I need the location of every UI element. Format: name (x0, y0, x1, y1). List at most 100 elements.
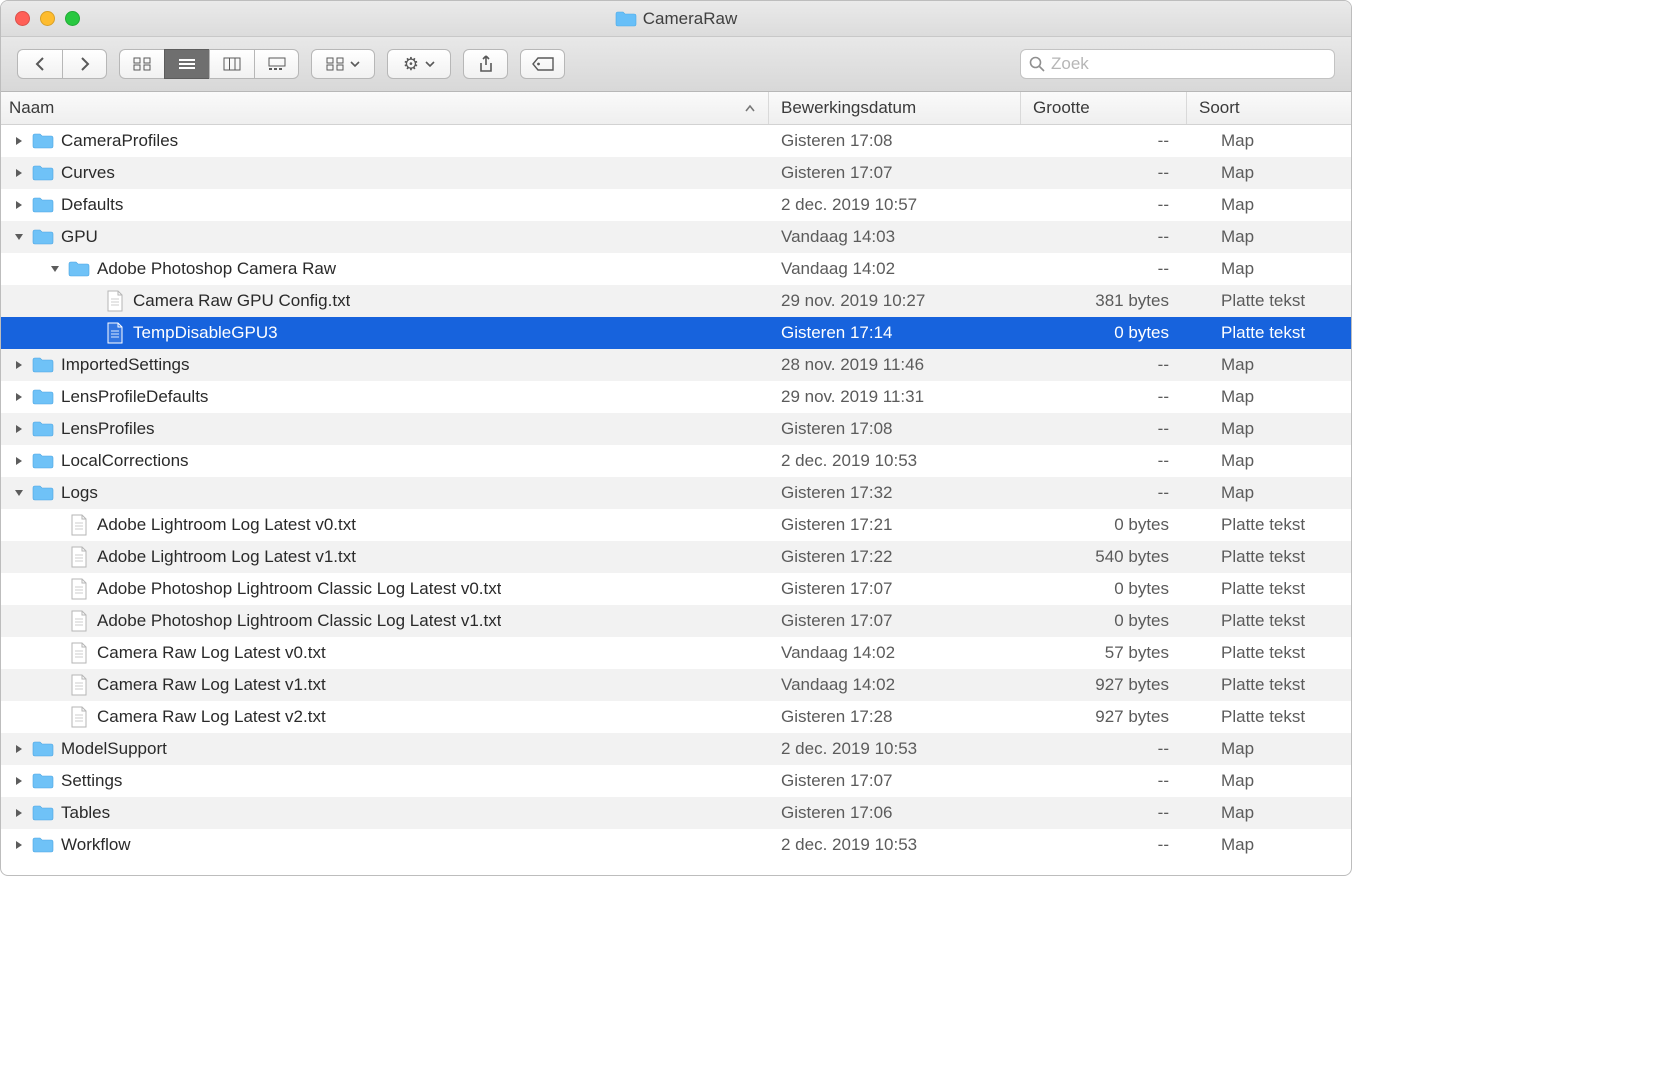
disclosure-triangle-icon[interactable] (11, 805, 27, 821)
search-input[interactable] (1051, 54, 1326, 74)
back-button[interactable] (17, 49, 62, 79)
table-row[interactable]: Adobe Photoshop Camera RawVandaag 14:02-… (1, 253, 1351, 285)
cell-name: Curves (1, 157, 769, 189)
table-row[interactable]: SettingsGisteren 17:07--Map (1, 765, 1351, 797)
table-row[interactable]: Camera Raw Log Latest v1.txtVandaag 14:0… (1, 669, 1351, 701)
table-row[interactable]: Adobe Photoshop Lightroom Classic Log La… (1, 605, 1351, 637)
minimize-button[interactable] (40, 11, 55, 26)
cell-name: Camera Raw Log Latest v0.txt (1, 637, 769, 669)
disclosure-triangle-icon[interactable] (11, 453, 27, 469)
column-view-button[interactable] (209, 49, 254, 79)
list-view-button[interactable] (164, 49, 209, 79)
disclosure-triangle-icon (47, 677, 63, 693)
icon-view-button[interactable] (119, 49, 164, 79)
table-row[interactable]: Camera Raw Log Latest v2.txtGisteren 17:… (1, 701, 1351, 733)
cell-name: GPU (1, 221, 769, 253)
column-header-name[interactable]: Naam (1, 92, 769, 124)
file-name: Tables (61, 803, 110, 823)
tags-button[interactable] (520, 49, 565, 79)
column-header-kind[interactable]: Soort (1187, 92, 1351, 124)
disclosure-triangle-icon[interactable] (11, 389, 27, 405)
arrange-button[interactable] (311, 49, 375, 79)
cell-name: Workflow (1, 829, 769, 861)
table-row[interactable]: Adobe Lightroom Log Latest v1.txtGistere… (1, 541, 1351, 573)
table-row[interactable]: TempDisableGPU3Gisteren 17:140 bytesPlat… (1, 317, 1351, 349)
folder-icon (31, 802, 55, 824)
cell-size: -- (1021, 253, 1187, 285)
cell-name: Tables (1, 797, 769, 829)
cell-size: 0 bytes (1021, 317, 1187, 349)
maximize-button[interactable] (65, 11, 80, 26)
toolbar: ⚙ (1, 37, 1351, 92)
file-name: Adobe Photoshop Lightroom Classic Log La… (97, 579, 501, 599)
cell-kind: Map (1187, 477, 1351, 509)
disclosure-triangle-icon[interactable] (11, 837, 27, 853)
disclosure-triangle-icon[interactable] (11, 773, 27, 789)
disclosure-triangle-icon[interactable] (11, 133, 27, 149)
table-row[interactable]: Workflow2 dec. 2019 10:53--Map (1, 829, 1351, 861)
file-name: CameraProfiles (61, 131, 178, 151)
cell-name: ModelSupport (1, 733, 769, 765)
folder-icon (31, 834, 55, 856)
cell-size: 0 bytes (1021, 573, 1187, 605)
file-name: LensProfileDefaults (61, 387, 208, 407)
disclosure-triangle-icon (47, 613, 63, 629)
window-controls (15, 11, 80, 26)
column-header-size[interactable]: Grootte (1021, 92, 1187, 124)
disclosure-triangle-icon[interactable] (11, 165, 27, 181)
share-button[interactable] (463, 49, 508, 79)
table-row[interactable]: GPUVandaag 14:03--Map (1, 221, 1351, 253)
table-row[interactable]: ModelSupport2 dec. 2019 10:53--Map (1, 733, 1351, 765)
cell-size: -- (1021, 157, 1187, 189)
disclosure-triangle-icon (47, 645, 63, 661)
table-row[interactable]: Adobe Photoshop Lightroom Classic Log La… (1, 573, 1351, 605)
cell-name: Adobe Photoshop Lightroom Classic Log La… (1, 605, 769, 637)
view-buttons (119, 49, 299, 79)
table-row[interactable]: LocalCorrections2 dec. 2019 10:53--Map (1, 445, 1351, 477)
cell-date: Gisteren 17:06 (769, 797, 1021, 829)
column-header-date[interactable]: Bewerkingsdatum (769, 92, 1021, 124)
table-row[interactable]: TablesGisteren 17:06--Map (1, 797, 1351, 829)
table-row[interactable]: ImportedSettings28 nov. 2019 11:46--Map (1, 349, 1351, 381)
cell-name: CameraProfiles (1, 125, 769, 157)
cell-date: Gisteren 17:14 (769, 317, 1021, 349)
disclosure-triangle-icon[interactable] (11, 421, 27, 437)
cell-name: LensProfileDefaults (1, 381, 769, 413)
table-row[interactable]: LensProfileDefaults29 nov. 2019 11:31--M… (1, 381, 1351, 413)
cell-date: 2 dec. 2019 10:57 (769, 189, 1021, 221)
disclosure-triangle-icon[interactable] (11, 197, 27, 213)
table-row[interactable]: Camera Raw GPU Config.txt29 nov. 2019 10… (1, 285, 1351, 317)
table-row[interactable]: LensProfilesGisteren 17:08--Map (1, 413, 1351, 445)
table-row[interactable]: CurvesGisteren 17:07--Map (1, 157, 1351, 189)
cell-kind: Platte tekst (1187, 701, 1351, 733)
cell-date: Vandaag 14:03 (769, 221, 1021, 253)
cell-size: 540 bytes (1021, 541, 1187, 573)
table-row[interactable]: Camera Raw Log Latest v0.txtVandaag 14:0… (1, 637, 1351, 669)
action-button[interactable]: ⚙ (387, 49, 451, 79)
cell-date: Vandaag 14:02 (769, 669, 1021, 701)
table-row[interactable]: LogsGisteren 17:32--Map (1, 477, 1351, 509)
table-row[interactable]: Defaults2 dec. 2019 10:57--Map (1, 189, 1351, 221)
file-icon (67, 610, 91, 632)
gallery-view-button[interactable] (254, 49, 299, 79)
cell-name: Camera Raw Log Latest v1.txt (1, 669, 769, 701)
disclosure-triangle-icon[interactable] (11, 229, 27, 245)
search-field[interactable] (1020, 49, 1335, 79)
disclosure-triangle-icon[interactable] (11, 357, 27, 373)
close-button[interactable] (15, 11, 30, 26)
forward-button[interactable] (62, 49, 107, 79)
disclosure-triangle-icon[interactable] (11, 741, 27, 757)
table-row[interactable]: CameraProfilesGisteren 17:08--Map (1, 125, 1351, 157)
cell-date: 2 dec. 2019 10:53 (769, 445, 1021, 477)
cell-size: 927 bytes (1021, 701, 1187, 733)
table-row[interactable]: Adobe Lightroom Log Latest v0.txtGistere… (1, 509, 1351, 541)
file-icon (67, 546, 91, 568)
disclosure-triangle-icon (83, 293, 99, 309)
folder-icon (31, 450, 55, 472)
file-icon (103, 322, 127, 344)
disclosure-triangle-icon[interactable] (47, 261, 63, 277)
finder-window: CameraRaw (0, 0, 1352, 876)
file-icon (103, 290, 127, 312)
cell-date: 29 nov. 2019 10:27 (769, 285, 1021, 317)
disclosure-triangle-icon[interactable] (11, 485, 27, 501)
